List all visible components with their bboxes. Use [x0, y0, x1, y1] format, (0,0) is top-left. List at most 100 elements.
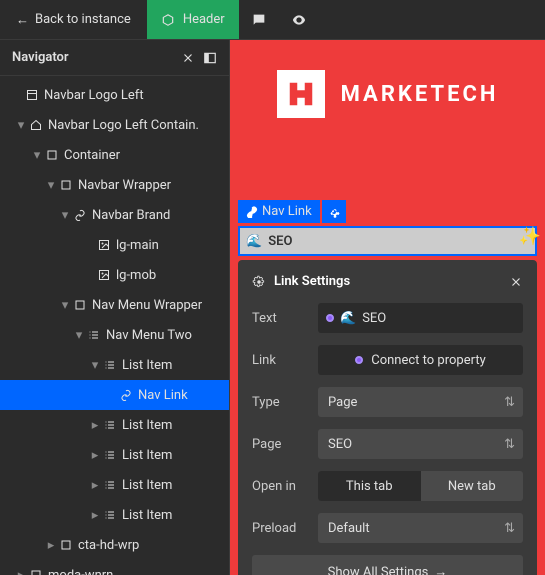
tree-item[interactable]: ▸List Item — [0, 500, 229, 530]
tree-item[interactable]: ▸ List Item — [0, 440, 229, 470]
type-value: Page — [328, 395, 357, 410]
tree-item-label: Navbar Logo Left Contain. — [48, 118, 199, 133]
chevron-icon: ▾ — [58, 208, 72, 223]
chevron-updown-icon: ⇅ — [504, 395, 515, 410]
logo-mark-icon — [277, 70, 325, 118]
link-icon — [118, 389, 134, 401]
chevron-icon: ▾ — [88, 358, 102, 373]
connect-label: Connect to property — [371, 353, 486, 368]
tree-item-label: Container — [64, 148, 120, 163]
tree-item[interactable]: ▾ List Item — [0, 350, 229, 380]
tree-item[interactable]: ▾ Navbar Wrapper — [0, 170, 229, 200]
selected-element[interactable]: 🌊 SEO — [238, 226, 537, 256]
openin-toggle: This tab New tab — [318, 471, 523, 501]
tree-item[interactable]: lg-mob — [0, 260, 229, 290]
chevron-updown-icon: ⇅ — [504, 521, 515, 536]
openin-this-tab[interactable]: This tab — [318, 471, 421, 501]
tree-item-label: Nav Link — [138, 388, 188, 403]
tree-item-label: Navbar Logo Left — [44, 88, 144, 103]
gear-icon — [328, 206, 340, 218]
element-tree: Navbar Logo Left ▾ Navbar Logo Left Contai… — [0, 76, 229, 575]
back-to-instance-link[interactable]: ← Back to instance — [0, 0, 147, 39]
show-all-settings-button[interactable]: Show All Settings → — [252, 555, 523, 575]
back-label: Back to instance — [35, 12, 131, 27]
wave-icon: 🌊 — [340, 311, 356, 326]
chevron-icon: ▾ — [44, 178, 58, 193]
list-icon — [102, 479, 118, 491]
eye-icon — [291, 12, 307, 28]
chat-icon — [251, 12, 267, 28]
tree-item[interactable]: lg-main — [0, 230, 229, 260]
navigator-title: Navigator — [12, 50, 173, 65]
type-select[interactable]: Page ⇅ — [318, 387, 523, 417]
text-input[interactable]: 🌊 SEO — [318, 303, 523, 333]
gear-icon — [252, 275, 266, 289]
tree-item-label: moda-wnrn — [48, 568, 113, 575]
openin-label: Open in — [252, 479, 308, 494]
chevron-icon: ▸ — [88, 418, 102, 433]
preload-select[interactable]: Default ⇅ — [318, 513, 523, 543]
chevron-icon: ▸ — [44, 538, 58, 553]
list-icon — [102, 509, 118, 521]
chevron-icon: ▸ — [88, 448, 102, 463]
wave-icon: 🌊 — [246, 234, 262, 249]
brand-logo: MARKETECH — [230, 40, 545, 138]
connect-property-button[interactable]: Connect to property — [318, 345, 523, 375]
tree-item-label: lg-main — [116, 238, 159, 253]
openin-new-tab[interactable]: New tab — [421, 471, 524, 501]
preview-button[interactable] — [279, 0, 319, 39]
brand-name: MARKETECH — [341, 82, 499, 107]
tree-item[interactable]: ▾Navbar Brand — [0, 200, 229, 230]
tree-item[interactable]: ▸List Item — [0, 470, 229, 500]
text-label: Text — [252, 311, 308, 326]
tree-item[interactable]: Nav Link — [0, 380, 229, 410]
tree-item[interactable]: ▾ Navbar Logo Left Contain. — [0, 110, 229, 140]
tree-item[interactable]: ▸ moda-wnrn — [0, 560, 229, 575]
seo-text: SEO — [268, 234, 292, 249]
box-icon — [28, 569, 44, 575]
tree-item[interactable]: Navbar Logo Left — [0, 80, 229, 110]
text-value: SEO — [362, 311, 386, 326]
tree-item-label: List Item — [122, 448, 172, 463]
close-icon[interactable] — [181, 51, 195, 65]
tree-item[interactable]: ▾Container — [0, 140, 229, 170]
link-settings-panel: Link Settings Text 🌊 SEO Link Connect to… — [238, 260, 537, 575]
tree-item[interactable]: ▾Nav Menu Wrapper — [0, 290, 229, 320]
bound-indicator-icon — [326, 314, 334, 322]
tree-item-label: Navbar Wrapper — [78, 178, 171, 193]
element-tag[interactable]: Nav Link — [238, 200, 346, 223]
list-icon — [102, 359, 118, 371]
box-icon — [58, 179, 74, 191]
tree-item[interactable]: ▸cta-hd-wrp — [0, 530, 229, 560]
comment-button[interactable] — [239, 0, 279, 39]
chevron-icon: ▸ — [14, 568, 28, 575]
element-tag-label: Nav Link — [262, 204, 312, 219]
preload-label: Preload — [252, 521, 308, 536]
chevron-icon: ▸ — [88, 478, 102, 493]
close-icon[interactable] — [509, 275, 523, 289]
header-button[interactable]: Header — [147, 0, 239, 39]
star-icon: ✨ — [519, 226, 541, 247]
box-icon — [72, 299, 88, 311]
page-value: SEO — [328, 437, 352, 452]
page-label: Page — [252, 437, 308, 452]
arrow-left-icon: ← — [16, 12, 29, 28]
chevron-updown-icon: ⇅ — [504, 437, 515, 452]
header-label: Header — [183, 12, 225, 27]
tree-item-label: lg-mob — [116, 268, 156, 283]
chevron-icon: ▾ — [14, 118, 28, 133]
panel-title: Link Settings — [274, 274, 501, 289]
type-label: Type — [252, 395, 308, 410]
tree-item-label: List Item — [122, 358, 172, 373]
tree-item[interactable]: ▸List Item — [0, 410, 229, 440]
panel-toggle-icon[interactable] — [203, 51, 217, 65]
chevron-icon: ▾ — [72, 328, 86, 343]
chevron-icon: ▸ — [88, 508, 102, 523]
preload-value: Default — [328, 521, 370, 536]
link-icon — [72, 209, 88, 221]
tree-item[interactable]: ▾Nav Menu Two — [0, 320, 229, 350]
element-settings-button[interactable] — [322, 200, 346, 223]
canvas: MARKETECH Nav Link 🌊 SEO ✨ Link Settings — [230, 40, 545, 575]
page-select[interactable]: SEO ⇅ — [318, 429, 523, 459]
box-icon — [44, 149, 60, 161]
